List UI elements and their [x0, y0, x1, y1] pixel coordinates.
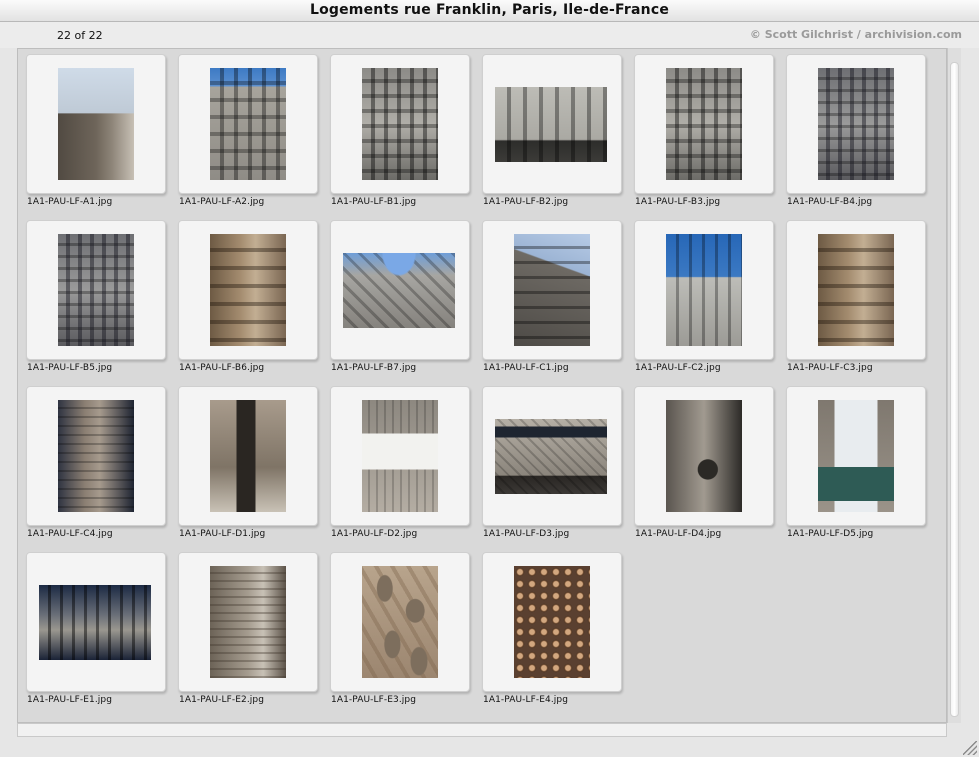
thumbnail-item[interactable]: 1A1-PAU-LF-E2.jpg: [170, 547, 318, 709]
thumbnail-item[interactable]: 1A1-PAU-LF-A2.jpg: [170, 49, 318, 211]
thumbnail-filename: 1A1-PAU-LF-D4.jpg: [635, 529, 722, 539]
thumbnail-frame[interactable]: [634, 54, 774, 194]
thumbnail-image[interactable]: [58, 68, 134, 180]
thumbnail-item[interactable]: 1A1-PAU-LF-C1.jpg: [474, 215, 622, 377]
thumbnail-grid: 1A1-PAU-LF-A1.jpg 1A1-PAU-LF-A2.jpg 1A1-PA…: [17, 48, 947, 723]
thumbnail-filename: 1A1-PAU-LF-A2.jpg: [179, 197, 265, 207]
thumbnail-image[interactable]: [210, 68, 286, 180]
thumbnail-image[interactable]: [39, 585, 151, 660]
thumbnail-frame[interactable]: [786, 220, 926, 360]
thumbnail-frame[interactable]: [26, 386, 166, 526]
thumbnail-frame[interactable]: [482, 220, 622, 360]
thumbnail-frame[interactable]: [634, 220, 774, 360]
thumbnail-frame[interactable]: [634, 386, 774, 526]
thumbnail-item[interactable]: 1A1-PAU-LF-E4.jpg: [474, 547, 622, 709]
thumbnail-filename: 1A1-PAU-LF-E1.jpg: [27, 695, 113, 705]
thumbnail-filename: 1A1-PAU-LF-C1.jpg: [483, 363, 569, 373]
thumbnail-frame[interactable]: [26, 54, 166, 194]
thumbnail-item[interactable]: 1A1-PAU-LF-D1.jpg: [170, 381, 318, 543]
thumbnail-image[interactable]: [343, 253, 455, 328]
thumbnail-frame[interactable]: [482, 386, 622, 526]
thumbnail-image[interactable]: [495, 87, 607, 162]
thumbnail-filename: 1A1-PAU-LF-B4.jpg: [787, 197, 873, 207]
thumbnail-image[interactable]: [210, 234, 286, 346]
info-bar: 22 of 22 © Scott Gilchrist / archivision…: [0, 22, 979, 48]
thumbnail-filename: 1A1-PAU-LF-D5.jpg: [787, 529, 874, 539]
vertical-scrollbar[interactable]: [947, 48, 961, 723]
thumbnail-item[interactable]: 1A1-PAU-LF-D5.jpg: [778, 381, 926, 543]
thumbnail-image[interactable]: [58, 400, 134, 512]
thumbnail-frame[interactable]: [330, 220, 470, 360]
thumbnail-item[interactable]: 1A1-PAU-LF-B5.jpg: [18, 215, 166, 377]
thumbnail-item[interactable]: 1A1-PAU-LF-C4.jpg: [18, 381, 166, 543]
thumbnail-image[interactable]: [495, 419, 607, 494]
thumbnail-item[interactable]: 1A1-PAU-LF-D4.jpg: [626, 381, 774, 543]
thumbnail-frame[interactable]: [178, 220, 318, 360]
thumbnail-filename: 1A1-PAU-LF-B7.jpg: [331, 363, 417, 373]
thumbnail-image[interactable]: [210, 400, 286, 512]
thumbnail-filename: 1A1-PAU-LF-D2.jpg: [331, 529, 418, 539]
thumbnail-frame[interactable]: [178, 552, 318, 692]
thumbnail-image[interactable]: [362, 68, 438, 180]
thumbnail-item[interactable]: 1A1-PAU-LF-B7.jpg: [322, 215, 470, 377]
thumbnail-frame[interactable]: [330, 552, 470, 692]
thumbnail-item[interactable]: 1A1-PAU-LF-B1.jpg: [322, 49, 470, 211]
thumbnail-frame[interactable]: [26, 220, 166, 360]
thumbnail-image[interactable]: [818, 68, 894, 180]
thumbnail-filename: 1A1-PAU-LF-B6.jpg: [179, 363, 265, 373]
thumbnail-filename: 1A1-PAU-LF-B3.jpg: [635, 197, 721, 207]
thumbnail-image[interactable]: [362, 400, 438, 512]
thumbnail-item[interactable]: 1A1-PAU-LF-B6.jpg: [170, 215, 318, 377]
thumbnail-item[interactable]: 1A1-PAU-LF-D3.jpg: [474, 381, 622, 543]
thumbnail-filename: 1A1-PAU-LF-C3.jpg: [787, 363, 873, 373]
thumbnail-filename: 1A1-PAU-LF-E3.jpg: [331, 695, 417, 705]
thumbnail-filename: 1A1-PAU-LF-E2.jpg: [179, 695, 265, 705]
thumbnail-item[interactable]: 1A1-PAU-LF-B4.jpg: [778, 49, 926, 211]
window-title: Logements rue Franklin, Paris, Ile-de-Fr…: [0, 0, 979, 22]
image-count: 22 of 22: [57, 29, 103, 42]
thumbnail-frame[interactable]: [330, 386, 470, 526]
thumbnail-filename: 1A1-PAU-LF-A1.jpg: [27, 197, 113, 207]
thumbnail-frame[interactable]: [482, 552, 622, 692]
thumbnail-item[interactable]: 1A1-PAU-LF-E1.jpg: [18, 547, 166, 709]
thumbnail-item[interactable]: 1A1-PAU-LF-B2.jpg: [474, 49, 622, 211]
thumbnail-image[interactable]: [666, 400, 742, 512]
thumbnail-filename: 1A1-PAU-LF-B5.jpg: [27, 363, 113, 373]
thumbnail-image[interactable]: [514, 566, 590, 678]
scrollbar-thumb[interactable]: [950, 62, 959, 717]
thumbnail-image[interactable]: [514, 234, 590, 346]
thumbnail-filename: 1A1-PAU-LF-C2.jpg: [635, 363, 721, 373]
thumbnail-frame[interactable]: [786, 54, 926, 194]
copyright-notice: © Scott Gilchrist / archivision.com: [749, 28, 962, 41]
thumbnail-filename: 1A1-PAU-LF-D1.jpg: [179, 529, 266, 539]
thumbnail-item[interactable]: 1A1-PAU-LF-A1.jpg: [18, 49, 166, 211]
thumbnail-filename: 1A1-PAU-LF-E4.jpg: [483, 695, 569, 705]
thumbnail-filename: 1A1-PAU-LF-C4.jpg: [27, 529, 113, 539]
thumbnail-image[interactable]: [818, 234, 894, 346]
thumbnail-frame[interactable]: [178, 54, 318, 194]
horizontal-scrollbar[interactable]: [17, 723, 947, 737]
thumbnail-image[interactable]: [362, 566, 438, 678]
thumbnail-image[interactable]: [818, 400, 894, 512]
thumbnail-item[interactable]: 1A1-PAU-LF-E3.jpg: [322, 547, 470, 709]
thumbnail-item[interactable]: 1A1-PAU-LF-B3.jpg: [626, 49, 774, 211]
thumbnail-item[interactable]: 1A1-PAU-LF-C3.jpg: [778, 215, 926, 377]
thumbnail-image[interactable]: [666, 68, 742, 180]
thumbnail-image[interactable]: [58, 234, 134, 346]
thumbnail-filename: 1A1-PAU-LF-D3.jpg: [483, 529, 570, 539]
thumbnail-filename: 1A1-PAU-LF-B1.jpg: [331, 197, 417, 207]
thumbnail-item[interactable]: 1A1-PAU-LF-C2.jpg: [626, 215, 774, 377]
resize-grip-icon[interactable]: [963, 741, 977, 755]
thumbnail-frame[interactable]: [786, 386, 926, 526]
thumbnail-frame[interactable]: [26, 552, 166, 692]
thumbnail-frame[interactable]: [178, 386, 318, 526]
thumbnail-filename: 1A1-PAU-LF-B2.jpg: [483, 197, 569, 207]
thumbnail-item[interactable]: 1A1-PAU-LF-D2.jpg: [322, 381, 470, 543]
thumbnail-image[interactable]: [210, 566, 286, 678]
thumbnail-frame[interactable]: [482, 54, 622, 194]
thumbnail-frame[interactable]: [330, 54, 470, 194]
thumbnail-image[interactable]: [666, 234, 742, 346]
